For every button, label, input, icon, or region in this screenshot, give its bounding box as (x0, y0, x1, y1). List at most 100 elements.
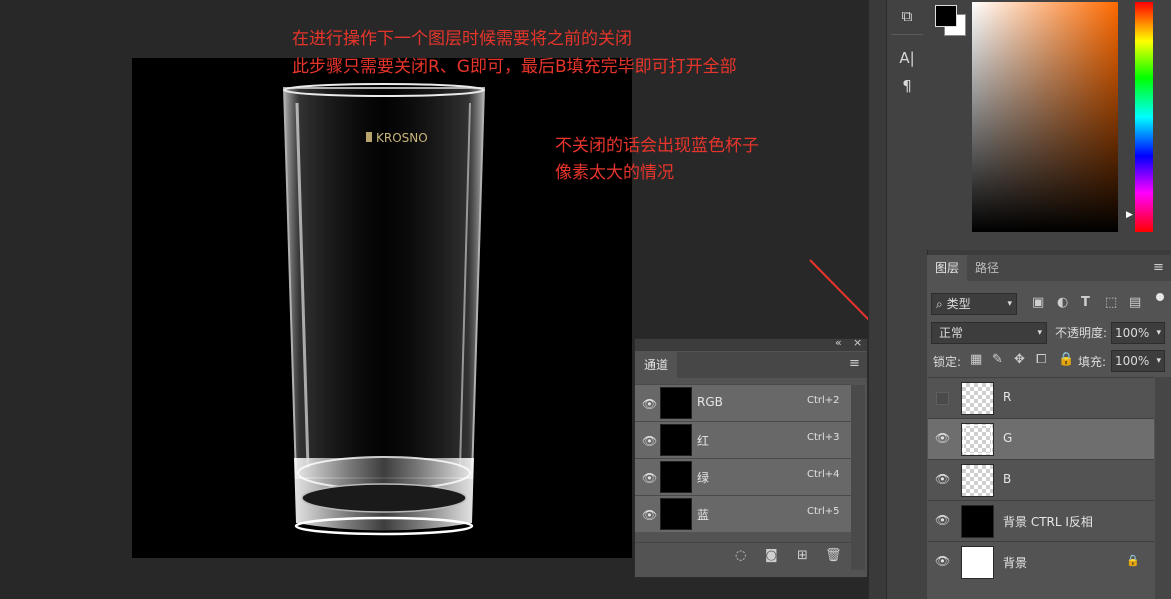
divider (891, 34, 923, 35)
layer-name: B (1003, 472, 1012, 486)
opacity-label: 不透明度: (1055, 326, 1108, 340)
hue-slider-handle[interactable]: ▶ (1126, 210, 1133, 220)
collapse-icon[interactable]: « (835, 336, 842, 349)
lock-label: 锁定: (933, 355, 962, 369)
opacity-value: 100% (1115, 326, 1150, 340)
layer-row-background[interactable]: 👁 背景 🔒 (928, 541, 1154, 582)
eye-icon[interactable]: 👁 (642, 471, 657, 485)
layer-row-r[interactable]: R (928, 377, 1154, 418)
lock-all-icon[interactable]: 🔒 (1058, 352, 1074, 368)
fill-field[interactable]: 100% ▾ (1111, 350, 1165, 372)
filter-toggle[interactable] (1156, 293, 1164, 301)
tab-channels[interactable]: 通道 (635, 352, 678, 378)
search-icon: ⌕ (936, 297, 943, 311)
panel-menu-icon[interactable]: ≡ (849, 356, 860, 371)
blend-mode-value: 正常 (939, 326, 964, 340)
eye-icon[interactable]: 👁 (935, 513, 950, 527)
fill-value: 100% (1115, 354, 1150, 368)
hue-slider[interactable] (1135, 2, 1153, 232)
eye-icon[interactable]: 👁 (935, 554, 950, 568)
glass-brand-text: KROSNO (376, 131, 428, 145)
eye-icon[interactable]: 👁 (642, 508, 657, 522)
eye-icon[interactable]: 👁 (935, 431, 950, 445)
layer-thumbnail (961, 505, 994, 538)
lock-artboard-icon[interactable]: ⧠ (1036, 352, 1046, 368)
channel-name: 绿 (697, 471, 710, 485)
eye-icon[interactable]: 👁 (935, 472, 950, 486)
layer-row-inverted-background[interactable]: 👁 背景 CTRL I反相 (928, 500, 1154, 541)
channel-name: 蓝 (697, 508, 710, 522)
channels-panel-titlebar[interactable]: « × (635, 336, 867, 351)
channels-tabbar: 通道 ≡ (635, 352, 867, 378)
panel-menu-icon[interactable]: ≡ (1153, 260, 1164, 275)
lock-icon: 🔒 (1126, 554, 1140, 567)
layer-row-g[interactable]: 👁 G (928, 418, 1154, 459)
channel-row-blue[interactable]: 👁 蓝 Ctrl+5 (635, 495, 851, 532)
3d-icon[interactable]: ⧉ (887, 4, 927, 28)
layer-name: R (1003, 390, 1012, 404)
channel-row-red[interactable]: 👁 红 Ctrl+3 (635, 421, 851, 458)
shape-filter-icon[interactable]: ⬚ (1105, 295, 1117, 311)
tab-layers[interactable]: 图层 (927, 255, 968, 281)
channels-scrollbar[interactable] (851, 385, 865, 570)
type-filter-icon[interactable]: T (1081, 295, 1090, 311)
character-icon[interactable]: A| (887, 46, 927, 70)
close-icon[interactable]: × (853, 336, 862, 349)
new-channel-icon[interactable]: ⊞ (797, 548, 808, 564)
blend-mode-select[interactable]: 正常 ▾ (931, 322, 1047, 344)
delete-channel-icon[interactable]: 🗑 (825, 548, 842, 564)
eye-icon[interactable]: 👁 (642, 434, 657, 448)
layer-thumbnail (961, 464, 994, 497)
color-picker-field[interactable] (972, 2, 1118, 232)
foreground-color-swatch[interactable] (935, 5, 957, 27)
channel-shortcut: Ctrl+5 (807, 506, 840, 517)
channel-thumbnail (660, 424, 692, 456)
panel-dock-divider (868, 0, 887, 599)
eye-icon[interactable]: 👁 (642, 397, 657, 411)
lock-position-icon[interactable]: ✥ (1014, 352, 1025, 368)
layer-name: 背景 CTRL I反相 (1003, 515, 1093, 529)
adjustment-filter-icon[interactable]: ◐ (1057, 295, 1068, 311)
filter-label: 类型 (946, 297, 971, 311)
fill-label: 填充: (1078, 355, 1107, 369)
annotation-line-4: 像素太大的情况 (555, 163, 674, 183)
paragraph-icon[interactable]: ¶ (887, 74, 927, 98)
channel-name: 红 (697, 434, 710, 448)
layer-filter-select[interactable]: ⌕ 类型 ▾ (931, 293, 1017, 315)
annotation-line-2: 此步骤只需要关闭R、G即可，最后B填充完毕即可打开全部 (292, 57, 737, 77)
layers-scrollbar[interactable] (1155, 377, 1171, 599)
chevron-down-icon: ▾ (1037, 328, 1042, 338)
channels-footer: ◌ ◙ ⊞ 🗑 (635, 542, 851, 569)
channel-shortcut: Ctrl+4 (807, 469, 840, 480)
channel-row-green[interactable]: 👁 绿 Ctrl+4 (635, 458, 851, 495)
panel-icon-strip: ⧉ A| ¶ (886, 0, 927, 599)
save-selection-icon[interactable]: ◙ (765, 548, 778, 564)
layer-thumbnail (961, 546, 994, 579)
chevron-down-icon: ▾ (1007, 299, 1012, 309)
smart-object-filter-icon[interactable]: ▤ (1129, 295, 1141, 311)
annotation-line-3: 不关闭的话会出现蓝色杯子 (555, 136, 759, 156)
channel-thumbnail (660, 498, 692, 530)
layers-tabbar: 图层 路径 ≡ (927, 255, 1171, 281)
layer-thumbnail (961, 423, 994, 456)
layer-name: G (1003, 431, 1013, 445)
layer-name: 背景 (1003, 556, 1028, 570)
channel-shortcut: Ctrl+2 (807, 395, 840, 406)
load-selection-icon[interactable]: ◌ (735, 548, 746, 564)
channel-thumbnail (660, 387, 692, 419)
lock-image-icon[interactable]: ✎ (992, 352, 1003, 368)
pixel-filter-icon[interactable]: ▣ (1032, 295, 1044, 311)
layer-thumbnail (961, 382, 994, 415)
chevron-down-icon: ▾ (1156, 356, 1161, 366)
chevron-down-icon: ▾ (1156, 328, 1161, 338)
lock-transparent-icon[interactable]: ▦ (970, 352, 982, 368)
channel-shortcut: Ctrl+3 (807, 432, 840, 443)
channel-row-rgb[interactable]: 👁 RGB Ctrl+2 (635, 384, 851, 421)
annotation-line-1: 在进行操作下一个图层时候需要将之前的关闭 (292, 29, 632, 49)
opacity-field[interactable]: 100% ▾ (1111, 322, 1165, 344)
layer-row-b[interactable]: 👁 B (928, 459, 1154, 500)
visibility-toggle-off[interactable] (936, 392, 949, 405)
tab-paths[interactable]: 路径 (967, 255, 1007, 281)
channel-name: RGB (697, 395, 723, 409)
channel-thumbnail (660, 461, 692, 493)
